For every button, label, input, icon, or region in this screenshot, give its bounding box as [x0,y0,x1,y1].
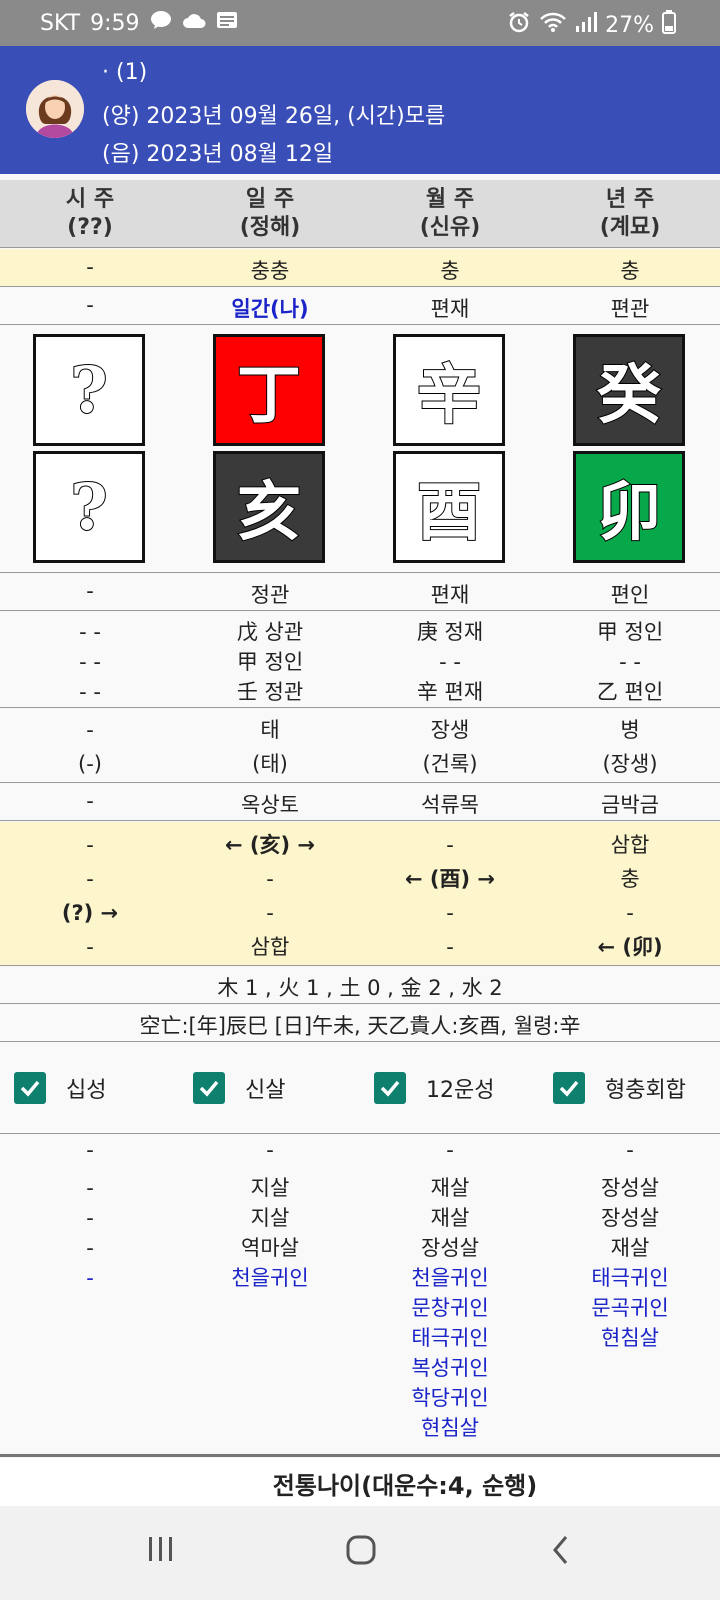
checkbox-sinsal[interactable]: 신살 [193,1072,285,1104]
sinsal-cell: - 장성살 장성살 재살 태극귀인 문곡귀인 현침살 [591,1138,669,1350]
void-info: 空亡:[年]辰巳 [日]午未, 天乙貴人:亥酉, 월령:辛 [139,1014,581,1038]
elements-count: 木 1 , 火 1 , 土 0 , 金 2 , 水 2 [217,976,503,1000]
napeum-cell: 금박금 [601,793,659,817]
day-stem-tile[interactable]: 丁 [213,334,325,446]
hidden-stems-cell: 庚 정재 - -辛 편재 [416,620,484,704]
clash-cell: 충충 [250,259,290,283]
system-nav-bar [0,1506,720,1600]
checkbox-checked-icon [374,1072,406,1104]
alarm-icon [507,10,531,40]
void-row: 空亡:[年]辰巳 [日]午未, 天乙貴人:亥酉, 월령:辛 [0,1005,720,1042]
relations-cell: - - (?) → - [61,833,119,959]
ten-gods-stem-row: - 일간(나) 편재 편관 [0,288,720,325]
clash-cell: - [86,255,94,279]
elements-row: 木 1 , 火 1 , 土 0 , 金 2 , 水 2 [0,967,720,1004]
month-stem-tile[interactable]: 辛 [393,334,505,446]
stage-cell: 태 (태) [252,718,288,776]
month-pillar-header: 월 주 (신유) [419,187,481,240]
ten-god-cell: 편재 [430,297,470,321]
carrier-label: SKT [40,10,81,36]
wifi-icon [539,11,567,39]
ten-god-cell: 편재 [430,583,470,607]
checkbox-checked-icon [14,1072,46,1104]
day-master-label: 일간(나) [231,297,309,321]
talk-icon [150,10,172,36]
hidden-stems-cell: - -- -- - [79,620,101,704]
napeum-row: - 옥상토 석류목 금박금 [0,784,720,821]
clash-cell: 충 [440,259,460,283]
avatar [26,80,84,138]
battery-icon [662,10,676,40]
age-section-header[interactable]: 전통나이(대운수:4, 순행) [0,1458,720,1506]
recent-apps-icon[interactable] [146,1534,176,1568]
hidden-stems-row: - -- -- - 戊 상관 甲 정인 壬 정관 庚 정재 - -辛 편재 甲 정인 -… [0,612,720,708]
lunar-date: (음) 2023년 08월 12일 [102,142,334,167]
traditional-age-label: 전통나이(대운수:4, 순행) [272,1472,538,1500]
relations-cell: 삼합 충 - ← (卯) [597,833,663,959]
twelve-stage-row: - (-) 태 (태) 장생 (건록) 병 (장생) [0,709,720,783]
day-pillar-header: 일 주 (정해) [239,187,301,240]
ten-god-cell: - [86,579,94,603]
cloud-icon [182,11,206,36]
back-icon[interactable] [550,1534,572,1570]
solar-date: (양) 2023년 09월 26일, (시간)모름 [102,104,446,129]
stage-cell: 병 (장생) [602,718,658,776]
home-icon[interactable] [345,1534,377,1570]
checkbox-twelve-stages[interactable]: 12운성 [374,1072,494,1104]
news-icon [216,10,238,36]
checkbox-ten-gods[interactable]: 십성 [14,1072,106,1104]
ten-god-cell: - [86,293,94,317]
stage-cell: - (-) [78,718,102,776]
ten-god-cell: 편인 [610,583,650,607]
napeum-cell: 석류목 [421,793,479,817]
divider [0,1454,720,1457]
hour-branch-tile[interactable]: ? [33,451,145,563]
clash-row: - 충충 충 충 [0,249,720,287]
battery-percent: 27% [605,12,654,38]
hidden-stems-cell: 甲 정인 - -乙 편인 [596,620,664,704]
clash-cell: 충 [620,259,640,283]
ten-god-cell: 정관 [250,583,290,607]
year-stem-tile[interactable]: 癸 [573,334,685,446]
checkbox-checked-icon [553,1072,585,1104]
stage-cell: 장생 (건록) [422,718,478,776]
signal-icon [575,11,598,39]
ten-gods-branch-row: - 정관 편재 편인 [0,574,720,611]
year-branch-tile[interactable]: 卯 [573,451,685,563]
relations-row: - - (?) → - ← (亥) → - - 삼합 - ← (酉) → - - 삼합 충 - ← (卯… [0,822,720,966]
checkbox-checked-icon [193,1072,225,1104]
pillar-tiles: ? 丁 辛 癸 ? 亥 酉 卯 [0,326,720,573]
sinsal-cell: - --- - [86,1138,94,1290]
checkbox-relations[interactable]: 형충회합 [553,1072,686,1104]
napeum-cell: 옥상토 [241,793,299,817]
pillar-header-row: 시 주 (??) 일 주 (정해) 월 주 (신유) 년 주 (계묘) [0,180,720,248]
sinsal-cell: - 지살 지살 역마살 천을귀인 [231,1138,309,1290]
relations-cell: ← (亥) → - - 삼합 [224,833,315,959]
sinsal-cell: - 재살 재살 장성살 천을귀인 문창귀인 태극귀인 복성귀인 학당귀인 현침살 [411,1138,489,1440]
sinsal-section: - --- - - 지살 지살 역마살 천을귀인 - 재살 재살 장성살 천을귀인 문창귀… [0,1135,720,1453]
option-checkboxes: 십성 신살 12운성 형충회합 [0,1042,720,1134]
month-branch-tile[interactable]: 酉 [393,451,505,563]
profile-header[interactable]: · (1) (양) 2023년 09월 26일, (시간)모름 (음) 2023… [0,46,720,174]
hidden-stems-cell: 戊 상관 甲 정인 壬 정관 [236,620,304,704]
clock: 9:59 [90,10,140,36]
status-bar: SKT 9:59 27% [0,0,720,46]
year-pillar-header: 년 주 (계묘) [599,187,661,240]
napeum-cell: - [86,789,94,813]
ten-god-cell: 편관 [610,297,650,321]
hour-stem-tile[interactable]: ? [33,334,145,446]
day-branch-tile[interactable]: 亥 [213,451,325,563]
relations-cell: - ← (酉) → - - [404,833,495,959]
profile-name: · (1) [102,60,148,85]
hour-pillar-header: 시 주 (??) [65,187,115,240]
